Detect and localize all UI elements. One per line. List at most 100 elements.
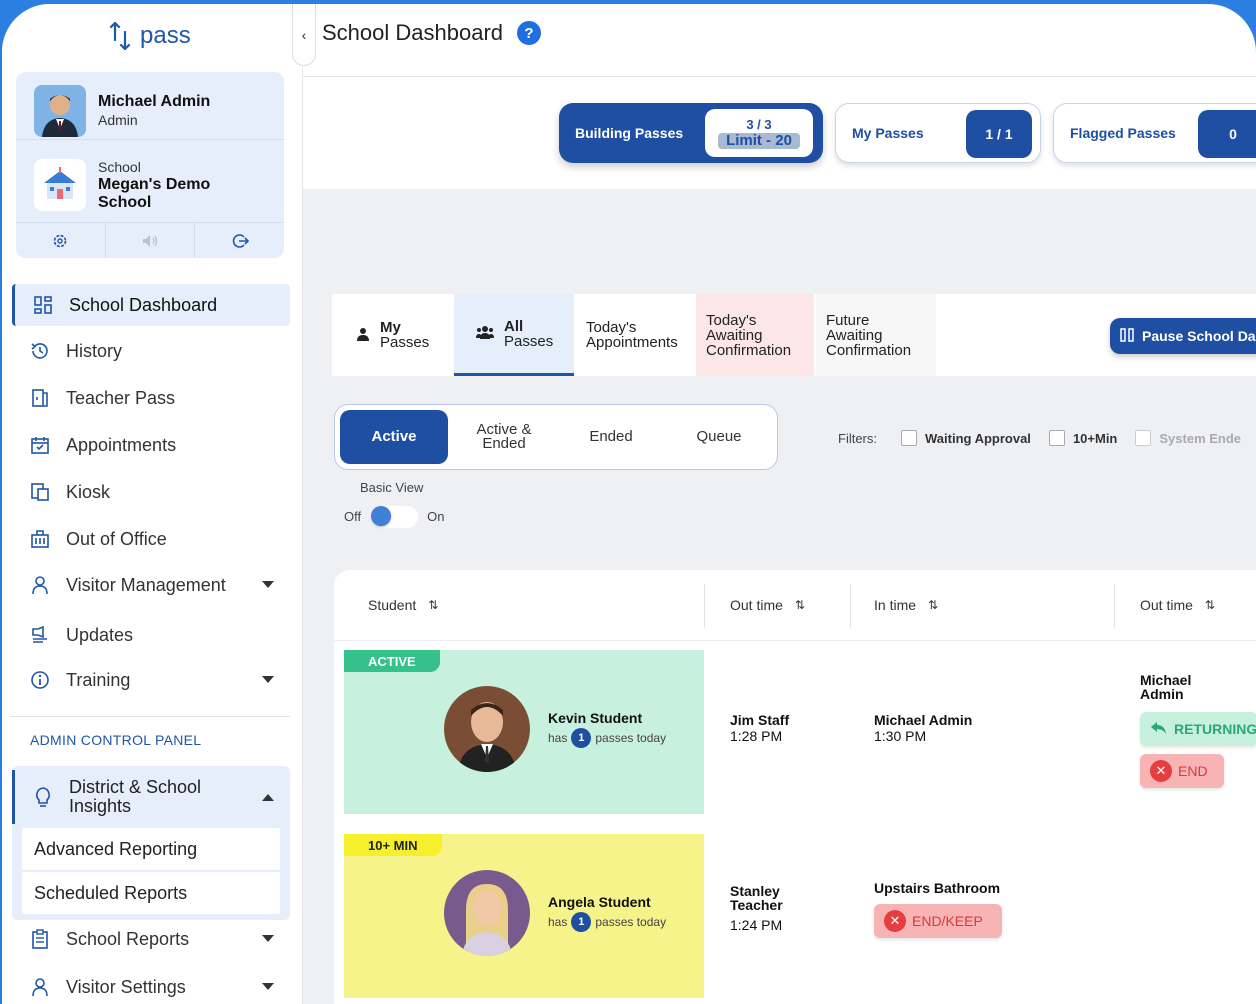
- sidebar-item-label: Teacher Pass: [66, 387, 176, 408]
- group-icon: [476, 325, 494, 342]
- sidebar-item-training[interactable]: Training: [12, 659, 290, 701]
- tab-future-awaiting[interactable]: Future Awaiting Confirmation: [816, 294, 936, 376]
- sidebar-item-insights[interactable]: District & School Insights: [12, 770, 290, 824]
- profile-card: Michael Admin Admin School Megan's Demo …: [16, 72, 284, 258]
- in-time-cell: Michael Admin 1:30 PM: [874, 712, 972, 744]
- school-row[interactable]: School Megan's Demo School: [16, 152, 284, 218]
- segment-ended[interactable]: Ended: [557, 410, 665, 464]
- checkbox[interactable]: [1048, 430, 1065, 446]
- segment-active-ended[interactable]: Active & Ended: [450, 410, 558, 464]
- header-label: In time: [874, 597, 917, 613]
- basic-view-toggle-row: Off On: [344, 504, 444, 528]
- basic-view-toggle[interactable]: [369, 504, 420, 528]
- sound-icon[interactable]: [106, 223, 196, 258]
- checkbox[interactable]: [1135, 430, 1152, 446]
- logout-icon[interactable]: [195, 223, 284, 258]
- header-label: Student: [368, 597, 417, 613]
- school-avatar: [34, 159, 86, 211]
- passes-table: Student ⇅ Out time ⇅ In time ⇅ Out time ⇅ AC…: [334, 570, 1256, 1004]
- student-card[interactable]: ACTIVE Kevin Student has 1 passes today: [344, 650, 704, 814]
- segment-label-line: Ended: [482, 435, 526, 452]
- tab-label-line: Passes: [504, 332, 554, 350]
- chevron-down-icon[interactable]: [262, 581, 274, 588]
- sort-icon[interactable]: ⇅: [795, 598, 805, 612]
- divider: [704, 584, 705, 628]
- settings-icon[interactable]: [16, 223, 106, 258]
- status-badge: ACTIVE: [344, 650, 440, 672]
- segment-active[interactable]: Active: [340, 410, 448, 464]
- tab-label-line: Confirmation: [826, 341, 912, 359]
- out2-staff-line: Admin: [1140, 686, 1184, 702]
- collapse-sidebar-button[interactable]: ‹: [292, 4, 316, 66]
- checkbox[interactable]: [901, 430, 917, 446]
- flagged-passes-count: 0: [1198, 110, 1256, 158]
- building-passes-label: Building Passes: [575, 125, 684, 141]
- filter-waiting-approval[interactable]: Waiting Approval: [901, 430, 1031, 446]
- close-icon: ✕: [1150, 760, 1172, 782]
- chevron-down-icon[interactable]: [262, 935, 274, 942]
- sidebar-item-scheduled-reports[interactable]: Scheduled Reports: [22, 872, 280, 914]
- sidebar-item-school-dashboard[interactable]: School Dashboard: [12, 284, 290, 326]
- end-label: END: [1178, 763, 1208, 779]
- filter-label: 10+Min: [1072, 430, 1118, 446]
- end-button[interactable]: ✕ END: [1140, 754, 1224, 788]
- out-time: 1:24 PM: [730, 917, 783, 933]
- sidebar-item-appointments[interactable]: Appointments: [12, 424, 290, 466]
- basic-view-label: Basic View: [360, 480, 424, 495]
- out-time-cell: Jim Staff 1:28 PM: [730, 712, 789, 744]
- pause-school-button[interactable]: Pause School Da: [1110, 318, 1256, 354]
- admin-panel-label: ADMIN CONTROL PANEL: [30, 732, 202, 748]
- sidebar-item-kiosk[interactable]: Kiosk: [12, 471, 290, 513]
- building-passes-value: 3 / 3 Limit - 20: [705, 109, 813, 157]
- column-header-student[interactable]: Student ⇅: [368, 570, 438, 640]
- column-header-out-time-2[interactable]: Out time ⇅: [1140, 570, 1215, 640]
- filter-ten-min[interactable]: 10+Min: [1048, 430, 1118, 446]
- sidebar-item-label: History: [66, 340, 123, 361]
- chevron-up-icon[interactable]: [262, 794, 274, 801]
- filter-label: Waiting Approval: [925, 430, 1031, 446]
- returning-button[interactable]: RETURNING: [1140, 712, 1256, 746]
- passes-prefix: has: [548, 915, 568, 929]
- sidebar-item-teacher-pass[interactable]: Teacher Pass: [12, 377, 290, 419]
- tab-todays-appointments[interactable]: Today's Appointments: [576, 294, 694, 376]
- filters-bar: Filters: Waiting Approval 10+Min System …: [838, 430, 1256, 446]
- sort-icon[interactable]: ⇅: [1205, 598, 1215, 612]
- header-label: Out time: [1140, 597, 1193, 613]
- help-icon[interactable]: ?: [517, 21, 542, 45]
- passes-prefix: has: [548, 731, 568, 745]
- column-header-in-time[interactable]: In time ⇅: [874, 570, 938, 640]
- profile-actions: [16, 222, 284, 258]
- sidebar-item-visitor-management[interactable]: Visitor Management: [12, 564, 290, 606]
- sidebar-item-advanced-reporting[interactable]: Advanced Reporting: [22, 828, 280, 870]
- sidebar-item-visitor-settings[interactable]: Visitor Settings: [12, 966, 290, 1004]
- user-row[interactable]: Michael Admin Admin: [16, 82, 284, 140]
- tab-all-passes[interactable]: All Passes: [454, 294, 574, 376]
- sidebar-item-out-of-office[interactable]: Out of Office: [12, 518, 290, 560]
- student-card[interactable]: 10+ MIN Angela Student has 1 passes toda…: [344, 834, 704, 998]
- tab-todays-awaiting[interactable]: Today's Awaiting Confirmation: [696, 294, 814, 376]
- tab-label-line: Passes: [380, 334, 430, 351]
- sidebar: pass Michael Admin Admin School Megan's …: [2, 4, 302, 1004]
- app-logo[interactable]: pass: [106, 20, 191, 52]
- sidebar-item-updates[interactable]: Updates: [12, 614, 290, 656]
- chevron-down-icon[interactable]: [262, 983, 274, 990]
- sort-icon[interactable]: ⇅: [928, 598, 938, 612]
- briefcase-icon: [26, 529, 54, 549]
- filter-system-ended[interactable]: System Ende: [1135, 430, 1241, 446]
- tab-my-passes[interactable]: My Passes: [332, 294, 452, 376]
- logo-text: pass: [140, 22, 191, 49]
- chevron-down-icon[interactable]: [262, 676, 274, 683]
- lightbulb-icon: [29, 786, 57, 808]
- column-header-out-time[interactable]: Out time ⇅: [730, 570, 805, 640]
- sidebar-item-school-reports[interactable]: School Reports: [12, 918, 290, 960]
- segment-queue[interactable]: Queue: [665, 410, 773, 464]
- building-passes-counter[interactable]: Building Passes 3 / 3 Limit - 20: [559, 103, 823, 163]
- flagged-passes-counter[interactable]: Flagged Passes 0: [1053, 103, 1256, 163]
- divider: [10, 716, 290, 717]
- sort-icon[interactable]: ⇅: [428, 598, 438, 612]
- end-keep-button[interactable]: ✕ END/KEEP: [874, 904, 1002, 938]
- in-location: Upstairs Bathroom: [874, 880, 1001, 896]
- sidebar-item-history[interactable]: History: [12, 330, 290, 372]
- my-passes-counter[interactable]: My Passes 1 / 1: [835, 103, 1041, 163]
- person-icon: [26, 977, 54, 997]
